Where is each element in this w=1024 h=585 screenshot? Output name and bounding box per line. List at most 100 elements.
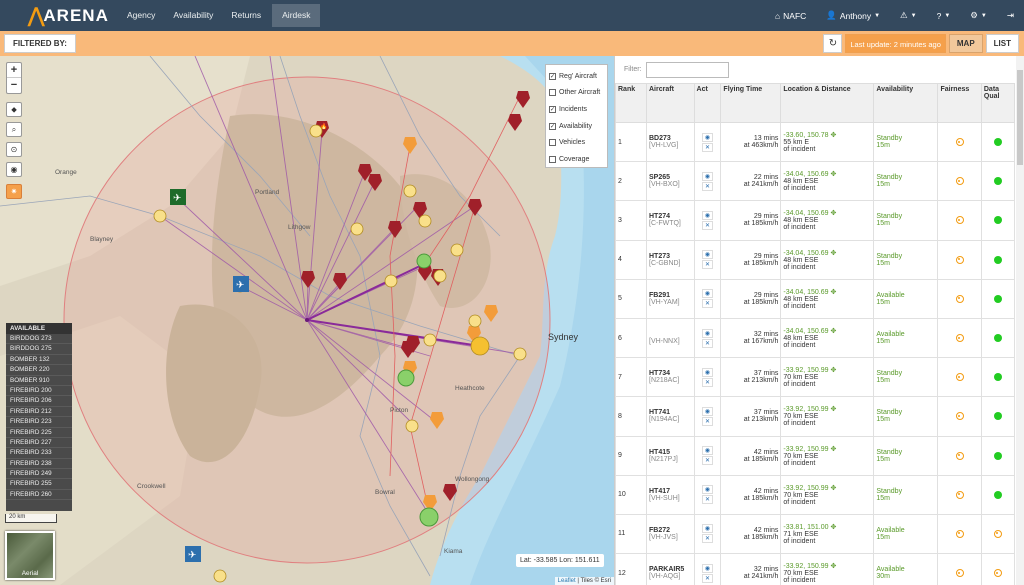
view-button[interactable]: ◉ [701,289,713,299]
help-menu[interactable]: ? ▼ [927,11,961,21]
table-row[interactable]: 12 PARKAIR5 [VH-AQG] ◉ ✕ 32 mins at 241km/h -33… [615,553,1016,585]
aircraft-marker[interactable] [416,253,432,269]
user-menu[interactable]: 👤 Anthony ▼ [816,10,890,21]
filter-input[interactable] [645,61,729,78]
layer-other-aircraft[interactable]: Other Aircraft [549,85,604,102]
available-item[interactable]: FIREBIRD 233 [6,448,72,459]
available-item[interactable]: FIREBIRD 255 [6,479,72,490]
aircraft-marker[interactable] [350,222,364,236]
zoom-in-button[interactable]: + [7,63,21,78]
view-button[interactable]: ◉ [701,524,713,534]
layer-vehicles[interactable]: Vehicles [549,134,604,151]
available-item[interactable]: BOMBER 220 [6,365,72,376]
map-panel[interactable]: Orange Blayney Portland Lithgow Crookwel… [0,56,614,585]
col-rank[interactable]: Rank [615,83,647,123]
search-tool-button[interactable]: ⌕ [6,122,22,137]
layer-checkbox[interactable]: ✓ [549,122,556,130]
col-availability[interactable]: Availability [873,83,939,123]
table-row[interactable]: 10 HT417 [VH-SUH] ◉ ✕ 42 mins at 185km/h -33.92… [615,474,1016,515]
lat-lon[interactable]: -33.92, 150.99 ✥ [783,446,836,453]
table-row[interactable]: 2 SP265 [VH-BXO] ◉ ✕ 22 mins at 241km/h -34.04,… [615,161,1016,202]
lat-lon[interactable]: -33.92, 150.99 ✥ [783,406,836,413]
dispatch-button[interactable]: ✕ [701,416,713,426]
available-item[interactable]: FIREBIRD 225 [6,428,72,438]
aircraft-marker[interactable] [213,569,227,583]
settings-menu[interactable]: ⚙ ▼ [960,10,997,21]
col-aircraft[interactable]: Aircraft [646,83,695,123]
map-view-button[interactable]: MAP [948,34,983,53]
lat-lon[interactable]: -34.04, 150.69 ✥ [783,289,836,296]
aircraft-marker[interactable] [468,314,482,328]
nav-link-availability[interactable]: Availability [166,0,220,31]
layer-reg-aircraft[interactable]: ✓ Reg' Aircraft [549,68,604,85]
arena-logo[interactable]: ⋀ ARENA [0,0,120,31]
available-item[interactable]: FIREBIRD 227 [6,438,72,449]
lat-lon[interactable]: -34.04, 150.69 ✥ [783,210,836,217]
layer-checkbox[interactable]: ✓ [549,72,556,80]
aircraft-marker[interactable] [403,184,417,198]
view-button[interactable]: ◉ [701,367,713,377]
table-row[interactable]: 4 HT273 [C-GBND] ◉ ✕ 29 mins at 185km/h -34.04,… [615,239,1016,280]
aircraft-marker[interactable] [513,347,527,361]
table-row[interactable]: 9 HT415 [N217PJ] ◉ ✕ 42 mins at 185km/h -33.92,… [615,435,1016,476]
lat-lon[interactable]: -33.60, 150.78 ✥ [783,132,836,139]
layer-checkbox[interactable]: ✓ [549,105,556,113]
table-row[interactable]: 11 FB272 [VH-JVS] ◉ ✕ 42 mins at 185km/h -33.81… [615,513,1016,555]
col-location[interactable]: Location & Distance [780,83,875,123]
lat-lon[interactable]: -33.92, 150.99 ✥ [783,367,836,374]
leaflet-link[interactable]: Leaflet [558,578,576,584]
available-item[interactable]: FIREBIRD 206 [6,396,72,407]
aircraft-marker[interactable] [470,336,490,356]
available-item[interactable]: BOMBER 132 [6,355,72,366]
layer-checkbox[interactable] [549,155,556,163]
aircraft-marker[interactable] [450,243,464,257]
lat-lon[interactable]: -34.04, 150.69 ✥ [783,250,836,257]
layer-availability[interactable]: ✓ Availability [549,118,604,135]
zoom-out-button[interactable]: − [7,78,21,93]
layer-checkbox[interactable] [549,139,556,147]
layer-checkbox[interactable] [549,89,556,97]
col-data-qual[interactable]: Data Qual [980,83,1016,123]
view-button[interactable]: ◉ [701,406,713,416]
dispatch-button[interactable]: ✕ [701,573,713,583]
aerial-layer-toggle[interactable]: Aerial [5,531,55,580]
logout-button[interactable]: ⇥ [997,10,1024,21]
aircraft-marker[interactable] [418,214,432,228]
dispatch-button[interactable]: ✕ [701,220,713,230]
lat-lon[interactable]: -33.92, 150.99 ✥ [783,563,836,570]
view-button[interactable]: ◉ [701,250,713,260]
view-button[interactable]: ◉ [701,171,713,181]
available-item[interactable]: FIREBIRD 249 [6,469,72,480]
list-view-button[interactable]: LIST [985,34,1019,53]
dispatch-button[interactable]: ✕ [701,299,713,309]
table-row[interactable]: 6 [VH-NNX] ◉ ✕ 32 mins at 167km/h -34.04, 150.… [615,317,1016,359]
lat-lon[interactable]: -33.81, 151.00 ✥ [783,524,836,531]
dispatch-button[interactable]: ✕ [701,456,713,466]
locate-tool-button[interactable]: ⊙ [6,142,22,157]
view-button[interactable]: ◉ [701,328,713,338]
lat-lon[interactable]: -34.04, 150.69 ✥ [783,328,836,335]
nafc-menu[interactable]: ⌂ NAFC [765,11,816,21]
dispatch-button[interactable]: ✕ [701,377,713,387]
list-scrollbar[interactable] [1016,56,1024,585]
aircraft-marker[interactable] [419,507,439,527]
aircraft-marker[interactable] [309,124,323,138]
dispatch-button[interactable]: ✕ [701,495,713,505]
table-row[interactable]: 1 BD273 [VH-LVG] ◉ ✕ 13 mins at 463km/h -33.60,… [615,121,1016,163]
aircraft-marker[interactable] [405,419,419,433]
col-flying-time[interactable]: Flying Time [720,83,782,123]
nav-link-returns[interactable]: Returns [224,0,268,31]
col-act[interactable]: Act [693,83,722,123]
view-tool-button[interactable]: ◉ [6,162,22,177]
aircraft-marker[interactable] [384,274,398,288]
nav-link-agency[interactable]: Agency [120,0,162,31]
available-item[interactable]: FIREBIRD 260 [6,490,72,501]
aircraft-marker[interactable] [433,269,447,283]
dispatch-button[interactable]: ✕ [701,181,713,191]
available-item[interactable]: BIRDDOG 275 [6,344,72,355]
view-button[interactable]: ◉ [701,563,713,573]
fire-tool-button[interactable]: ✷ [6,184,22,199]
dispatch-button[interactable]: ✕ [701,338,713,348]
view-button[interactable]: ◉ [701,210,713,220]
table-row[interactable]: 3 HT274 [C-FWTQ] ◉ ✕ 29 mins at 185km/h -34.04,… [615,200,1016,241]
